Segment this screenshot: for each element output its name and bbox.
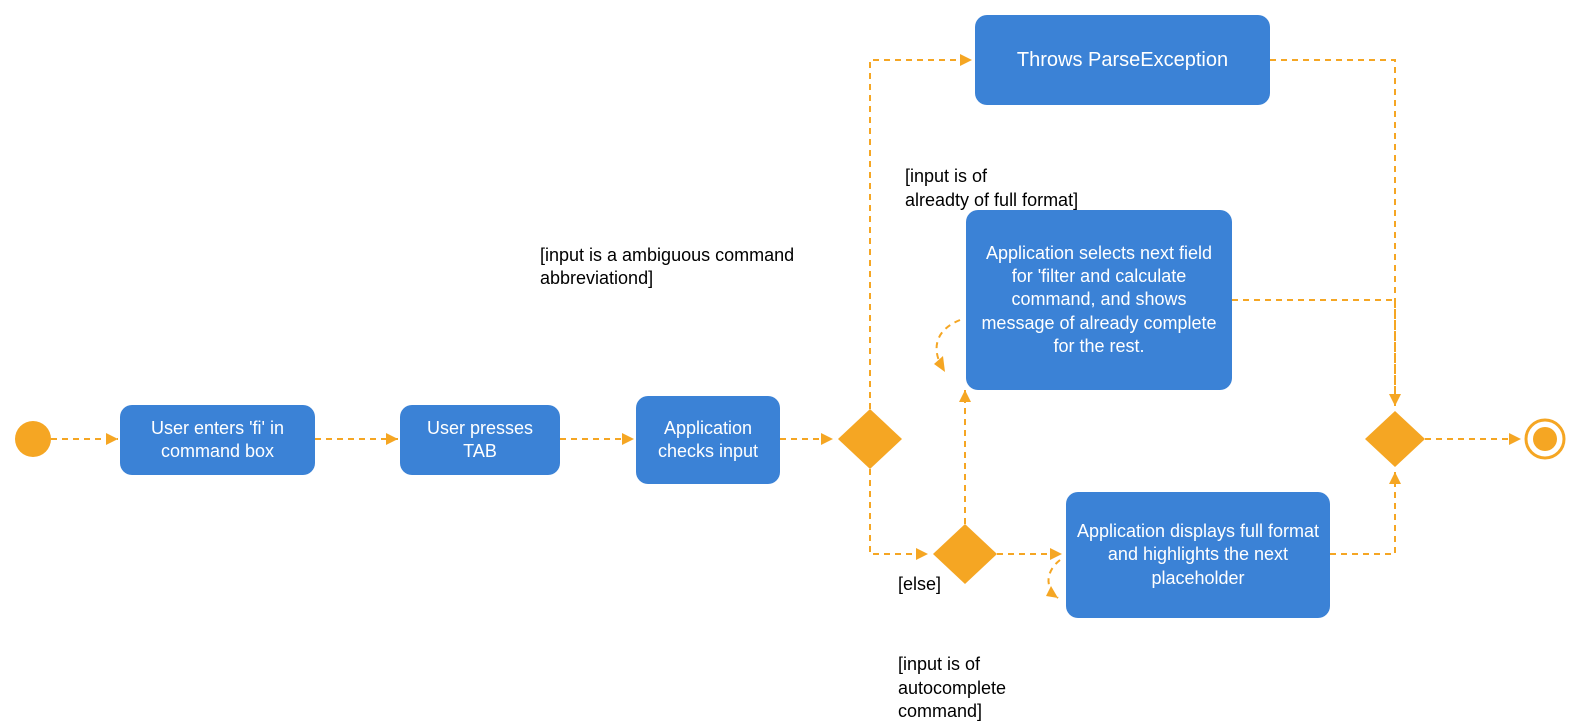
end-node-ring — [1526, 420, 1564, 458]
diagram-canvas — [0, 0, 1582, 712]
label-else: [else] — [898, 573, 941, 596]
label-autocomplete-command: [input is of autocomplete command] — [898, 630, 1098, 724]
label-already-full-format: [input is of alreadty of full format] — [905, 142, 1135, 212]
label-ambiguous-abbrev: [input is a ambiguous command abbreviati… — [540, 244, 870, 291]
guard-text: [else] — [898, 574, 941, 594]
decision-1 — [838, 409, 902, 469]
node-app-selects-next-field: Application selects next field for 'filt… — [966, 210, 1232, 390]
guard-text: [input is of alreadty of full format] — [905, 166, 1078, 209]
node-label: User presses TAB — [408, 417, 552, 464]
node-app-checks-input: Application checks input — [636, 396, 780, 484]
start-node — [15, 421, 51, 457]
node-user-enters-fi: User enters 'fi' in command box — [120, 405, 315, 475]
node-label: Application selects next field for 'filt… — [974, 242, 1224, 359]
node-app-displays-full-format: Application displays full format and hig… — [1066, 492, 1330, 618]
node-label: User enters 'fi' in command box — [128, 417, 307, 464]
end-node-core — [1533, 427, 1557, 451]
node-throws-parse-exception: Throws ParseException — [975, 15, 1270, 105]
merge-decision — [1365, 411, 1425, 467]
node-label: Application checks input — [644, 417, 772, 464]
decision-2 — [933, 524, 997, 584]
node-user-presses-tab: User presses TAB — [400, 405, 560, 475]
node-label: Throws ParseException — [1017, 47, 1228, 73]
guard-text: [input is of autocomplete command] — [898, 654, 1006, 721]
guard-text: [input is a ambiguous command abbreviati… — [540, 245, 794, 288]
node-label: Application displays full format and hig… — [1074, 520, 1322, 590]
